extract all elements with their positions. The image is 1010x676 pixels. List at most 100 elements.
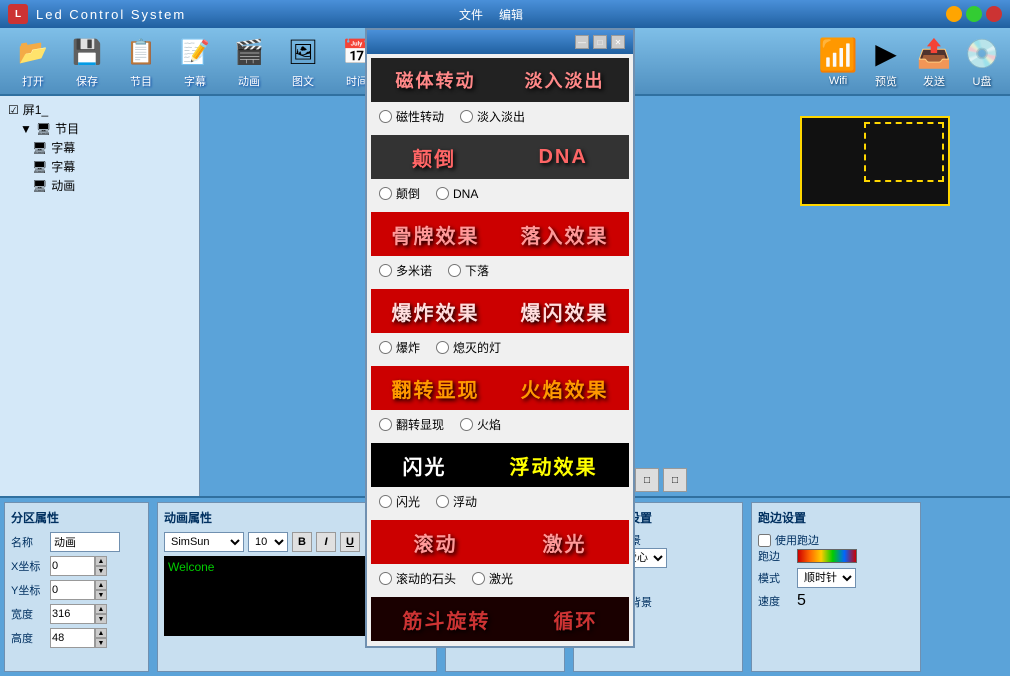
dialog-content: 磁体转动 淡入淡出 磁性转动 淡入淡出 颠倒 DNA 颠倒	[367, 54, 633, 646]
size-select[interactable]: 10	[248, 532, 288, 552]
zone-x-label: X坐标	[11, 558, 46, 574]
option-domino-label: 多米诺	[396, 262, 432, 279]
option-roll-stone[interactable]: 滚动的石头	[379, 570, 456, 587]
minimize-button[interactable]	[946, 6, 962, 22]
close-button[interactable]	[986, 6, 1002, 22]
zone-y-input[interactable]: ▲ ▼	[50, 580, 100, 600]
option-rotate-show-label: 翻转显现	[396, 416, 444, 433]
tree-item-screen[interactable]: ☑ 屏1_	[4, 100, 195, 119]
zone-y-row: Y坐标 ▲ ▼	[11, 580, 142, 600]
zone-height-up[interactable]: ▲	[95, 628, 107, 638]
option-glitter[interactable]: 闪光	[379, 493, 420, 510]
toolbar-animation[interactable]: 🎬 动画	[224, 31, 274, 91]
zone-name-label: 名称	[11, 534, 46, 550]
run-mode-select[interactable]: 顺时针	[797, 568, 856, 588]
run-mode-row: 模式 顺时针	[758, 568, 914, 588]
dialog-titlebar: — □ ✕	[367, 30, 633, 54]
option-rotate-show[interactable]: 翻转显现	[379, 416, 444, 433]
option-fadein[interactable]: 淡入淡出	[460, 108, 525, 125]
underline-button[interactable]: U	[340, 532, 360, 552]
bold-button[interactable]: B	[292, 532, 312, 552]
zone-width-down[interactable]: ▼	[95, 614, 107, 624]
option-fadein-label: 淡入淡出	[477, 108, 525, 125]
effect-banner-1: 磁体转动 淡入淡出	[371, 58, 629, 102]
zone-x-input[interactable]: ▲ ▼	[50, 556, 100, 576]
toolbar-save[interactable]: 💾 保存	[62, 31, 112, 91]
banner-text-1a: 磁体转动	[396, 67, 476, 93]
option-explode[interactable]: 爆炸	[379, 339, 420, 356]
dialog-maximize[interactable]: □	[593, 35, 607, 49]
effect-options-1: 磁性转动 淡入淡出	[371, 106, 629, 127]
zone-height-down[interactable]: ▼	[95, 638, 107, 648]
menu-file[interactable]: 文件	[459, 6, 483, 23]
tree-item-animation[interactable]: 🖥 动画	[28, 176, 195, 195]
option-roll-stone-label: 滚动的石头	[396, 570, 456, 587]
banner-text-1b: 淡入淡出	[525, 67, 605, 93]
font-select[interactable]: SimSun	[164, 532, 244, 552]
banner-text-7a: 滚动	[414, 528, 458, 557]
toolbar-subtitle[interactable]: 📝 字幕	[170, 31, 220, 91]
zone-width-input[interactable]: ▲ ▼	[50, 604, 100, 624]
option-dna[interactable]: DNA	[436, 185, 478, 202]
dialog-close[interactable]: ✕	[611, 35, 625, 49]
option-float-label: 浮动	[453, 493, 477, 510]
toolbar-usb[interactable]: 💿 U盘	[962, 33, 1002, 89]
maximize-button[interactable]	[966, 6, 982, 22]
zone-x-down[interactable]: ▼	[95, 566, 107, 576]
option-explode-label: 爆炸	[396, 339, 420, 356]
toolbar-image[interactable]: 🖼 图文	[278, 31, 328, 91]
canvas-btn-5[interactable]: □	[635, 468, 659, 492]
program-tree-label: 节目	[55, 120, 79, 137]
run-color-preview	[797, 549, 857, 563]
option-fall[interactable]: 下落	[448, 262, 489, 279]
effect-section-3: 骨牌效果 落入效果 多米诺 下落	[371, 212, 629, 281]
subtitle2-label: 字幕	[51, 158, 75, 175]
use-run-checkbox[interactable]	[758, 534, 771, 547]
monitor-icon: 🖥	[36, 122, 51, 136]
animation-tree-label: 动画	[51, 177, 75, 194]
option-float[interactable]: 浮动	[436, 493, 477, 510]
toolbar-preview[interactable]: ▶ 预览	[866, 33, 906, 89]
preview-label: 预览	[875, 73, 897, 89]
effect-options-5: 翻转显现 火焰	[371, 414, 629, 435]
toolbar-wifi[interactable]: 📶 Wifi	[818, 35, 858, 87]
italic-button[interactable]: I	[316, 532, 336, 552]
option-laser[interactable]: 激光	[472, 570, 513, 587]
zone-width-label: 宽度	[11, 606, 46, 622]
zone-height-input[interactable]: ▲ ▼	[50, 628, 100, 648]
zone-x-spinners: ▲ ▼	[95, 556, 107, 576]
tree-item-subtitle1[interactable]: 🖥 字幕	[28, 138, 195, 157]
zone-name-input[interactable]	[50, 532, 120, 552]
banner-text-2b: DNA	[538, 146, 587, 169]
tree-item-program[interactable]: ▼ 🖥 节目	[16, 119, 195, 138]
editor-text: Welcone	[168, 560, 214, 574]
option-glitter-label: 闪光	[396, 493, 420, 510]
effect-options-3: 多米诺 下落	[371, 260, 629, 281]
zone-y-down[interactable]: ▼	[95, 590, 107, 600]
toolbar-open[interactable]: 📂 打开	[8, 31, 58, 91]
zone-width-spinners: ▲ ▼	[95, 604, 107, 624]
zone-y-label: Y坐标	[11, 582, 46, 598]
zone-y-up[interactable]: ▲	[95, 580, 107, 590]
option-magnetic[interactable]: 磁性转动	[379, 108, 444, 125]
canvas-btn-6[interactable]: □	[663, 468, 687, 492]
tree-item-subtitle2[interactable]: 🖥 字幕	[28, 157, 195, 176]
wifi-icon: 📶	[818, 35, 858, 75]
option-flame[interactable]: 火焰	[460, 416, 501, 433]
toolbar-program[interactable]: 📋 节目	[116, 31, 166, 91]
banner-text-5b: 火焰效果	[521, 374, 609, 403]
option-domino[interactable]: 多米诺	[379, 262, 432, 279]
zone-width-up[interactable]: ▲	[95, 604, 107, 614]
toolbar-send[interactable]: 📤 发送	[914, 33, 954, 89]
menu-edit[interactable]: 编辑	[499, 6, 523, 23]
zone-y-spinners: ▲ ▼	[95, 580, 107, 600]
effect-banner-3: 骨牌效果 落入效果	[371, 212, 629, 256]
option-flash[interactable]: 熄灭的灯	[436, 339, 501, 356]
zone-x-up[interactable]: ▲	[95, 556, 107, 566]
option-flip[interactable]: 颠倒	[379, 185, 420, 202]
option-flame-label: 火焰	[477, 416, 501, 433]
dialog-minimize[interactable]: —	[575, 35, 589, 49]
effect-banner-5: 翻转显现 火焰效果	[371, 366, 629, 410]
app-icon: L	[8, 4, 28, 24]
animation-icon: 🎬	[230, 33, 268, 71]
